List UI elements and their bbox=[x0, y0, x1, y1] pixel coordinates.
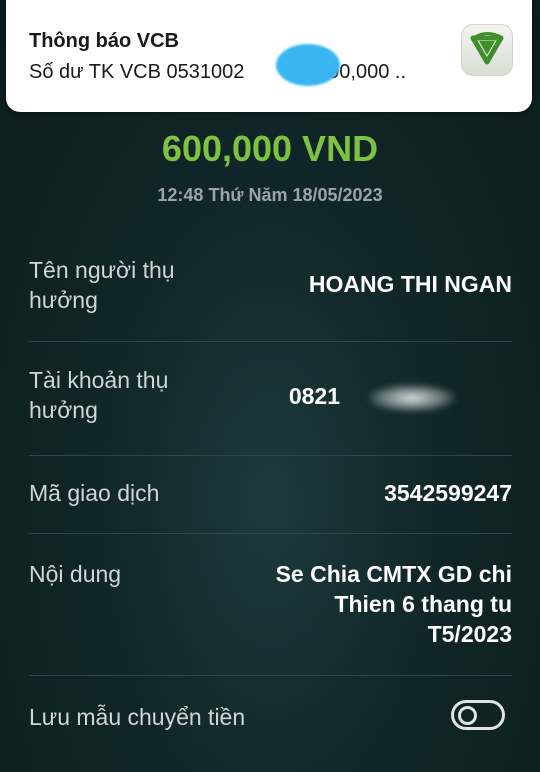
detail-label: Tên người thụ hưởng bbox=[29, 257, 175, 313]
detail-label: Nội dung bbox=[29, 561, 122, 587]
save-template-toggle[interactable] bbox=[451, 700, 505, 730]
detail-row-transaction-id: Mã giao dịch 3542599247 bbox=[29, 455, 512, 534]
save-template-label: Lưu mẫu chuyển tiền bbox=[29, 704, 246, 730]
notification-body-text: Số dư TK VCB 0531002 bbox=[29, 61, 245, 83]
detail-row-content: Nội dung Se Chia CMTX GD chi Thien 6 tha… bbox=[29, 533, 512, 676]
notification-banner[interactable]: Thông báo VCB Số dư TK VCB 0531002 -600,0… bbox=[6, 0, 532, 112]
detail-label: Mã giao dịch bbox=[29, 480, 160, 506]
notification-title: Thông báo VCB bbox=[29, 30, 179, 52]
transaction-amount: 600,000 VND bbox=[161, 128, 379, 169]
detail-value: 0821 bbox=[288, 383, 340, 409]
detail-value: 3542599247 bbox=[384, 480, 512, 506]
detail-value: HOANG THI NGAN bbox=[308, 271, 512, 297]
transaction-datetime: 12:48 Thứ Năm 18/05/2023 bbox=[157, 185, 383, 205]
toggle-knob bbox=[458, 706, 477, 725]
vcb-logo-icon bbox=[461, 24, 513, 76]
detail-label: Tài khoản thụ hưởng bbox=[29, 367, 169, 423]
detail-value: Se Chia CMTX GD chi Thien 6 thang tu T5/… bbox=[275, 561, 512, 647]
redaction-mark bbox=[368, 384, 456, 412]
notification-body: Số dư TK VCB 0531002 -600,000 .. bbox=[29, 61, 406, 84]
detail-row-recipient-name: Tên người thụ hưởng HOANG THI NGAN bbox=[29, 245, 512, 342]
redaction-mark bbox=[276, 44, 340, 86]
